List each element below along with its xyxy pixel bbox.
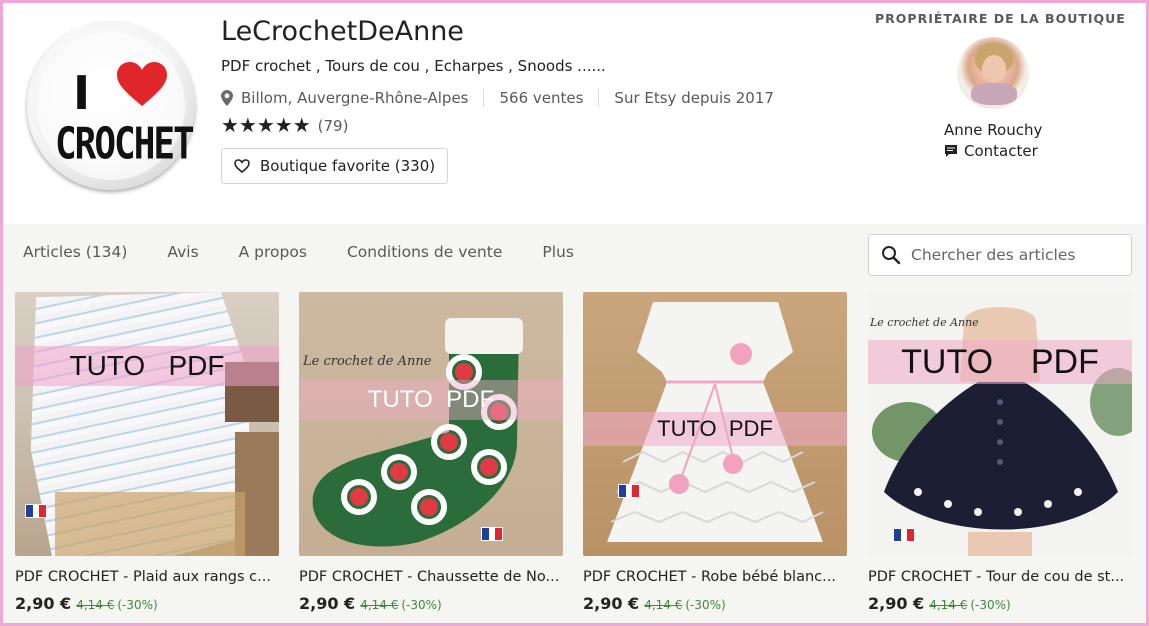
- watermark-text: Le crochet de Anne: [870, 316, 979, 329]
- shop-rating[interactable]: ★★★★★ (79): [221, 113, 348, 138]
- original-price: 4,14 €: [929, 598, 968, 612]
- logo-letter: I: [73, 66, 91, 120]
- original-price: 4,14 €: [360, 598, 399, 612]
- tab-avis[interactable]: Avis: [167, 243, 198, 261]
- shop-tabs: Articles (134) Avis A propos Conditions …: [23, 243, 614, 261]
- shop-name: LeCrochetDeAnne: [221, 16, 464, 47]
- listing-photo[interactable]: Le crochet de Anne TUTO PDF: [299, 292, 563, 556]
- meta-divider: [483, 89, 485, 107]
- tuto-pdf-banner: TUTO PDF: [299, 380, 563, 420]
- listing-title[interactable]: PDF CROCHET - Plaid aux rangs c...: [15, 569, 279, 585]
- heart-icon: [117, 62, 167, 106]
- message-icon: [945, 145, 957, 157]
- listing-title[interactable]: PDF CROCHET - Tour de cou de st...: [868, 569, 1132, 585]
- contact-label: Contacter: [964, 142, 1038, 160]
- listing-card[interactable]: TUTO PDF PDF CROCHET - Robe bébé blanc..…: [583, 292, 847, 613]
- contact-owner-link[interactable]: Contacter: [944, 142, 1038, 160]
- banner-text: TUTO PDF: [901, 342, 1099, 381]
- listing-price: 2,90 € 4,14 € (-30%): [299, 594, 563, 613]
- search-input[interactable]: Chercher des articles: [868, 234, 1132, 276]
- tab-a-propos[interactable]: A propos: [239, 243, 307, 261]
- tab-conditions[interactable]: Conditions de vente: [347, 243, 502, 261]
- sale-price: 2,90 €: [15, 594, 72, 613]
- search-icon: [882, 246, 901, 265]
- listing-title[interactable]: PDF CROCHET - Robe bébé blanc...: [583, 569, 847, 585]
- stocking-image: [312, 318, 523, 547]
- banner-text: TUTO PDF: [69, 350, 225, 381]
- search-placeholder: Chercher des articles: [911, 246, 1076, 264]
- original-price: 4,14 €: [76, 598, 115, 612]
- banner-text: TUTO PDF: [367, 386, 495, 413]
- shop-tagline: PDF crochet , Tours de cou , Echarpes , …: [221, 57, 606, 75]
- logo-word: CROCHET: [55, 119, 195, 170]
- france-flag-icon: [481, 527, 503, 541]
- favorite-shop-button[interactable]: Boutique favorite (330): [221, 148, 448, 184]
- sale-price: 2,90 €: [583, 594, 640, 613]
- listing-title[interactable]: PDF CROCHET - Chaussette de No...: [299, 569, 563, 585]
- shop-location: Billom, Auvergne-Rhône-Alpes: [241, 89, 469, 107]
- tab-plus[interactable]: Plus: [542, 243, 574, 261]
- shop-header: I CROCHET LeCrochetDeAnne PDF crochet , …: [3, 3, 1146, 224]
- discount-badge: (-30%): [685, 598, 726, 612]
- discount-badge: (-30%): [117, 598, 158, 612]
- favorite-label: Boutique favorite (330): [260, 157, 436, 175]
- logo-face: I CROCHET: [37, 32, 195, 180]
- listing-photo[interactable]: Le crochet de Anne TUTO PDF: [868, 292, 1132, 556]
- star-rating-icon: ★★★★★: [221, 115, 311, 137]
- shop-logo[interactable]: I CROCHET: [27, 22, 195, 190]
- location-pin-icon: [221, 90, 233, 106]
- tuto-pdf-banner: TUTO PDF: [868, 340, 1132, 384]
- listing-photo[interactable]: TUTO PDF: [15, 292, 279, 556]
- shop-sales[interactable]: 566 ventes: [499, 89, 583, 107]
- shop-content: Articles (134) Avis A propos Conditions …: [3, 224, 1146, 623]
- meta-divider: [598, 89, 600, 107]
- discount-badge: (-30%): [401, 598, 442, 612]
- owner-name[interactable]: Anne Rouchy: [944, 121, 1042, 139]
- tuto-pdf-banner: TUTO PDF: [583, 412, 847, 446]
- heart-outline-icon: [234, 159, 250, 173]
- shop-meta: Billom, Auvergne-Rhône-Alpes 566 ventes …: [221, 89, 774, 107]
- sale-price: 2,90 €: [868, 594, 925, 613]
- original-price: 4,14 €: [644, 598, 683, 612]
- listing-card[interactable]: Le crochet de Anne TUTO PDF PDF CROCHET …: [868, 292, 1132, 613]
- listing-price: 2,90 € 4,14 € (-30%): [583, 594, 847, 613]
- collar-image: [872, 307, 1132, 556]
- listing-photo[interactable]: TUTO PDF: [583, 292, 847, 556]
- banner-text: TUTO PDF: [657, 416, 773, 441]
- watermark-text: Le crochet de Anne: [303, 354, 432, 369]
- france-flag-icon: [25, 504, 47, 518]
- france-flag-icon: [893, 528, 915, 542]
- listing-price: 2,90 € 4,14 € (-30%): [868, 594, 1132, 613]
- france-flag-icon: [618, 484, 640, 498]
- tab-articles[interactable]: Articles (134): [23, 243, 127, 261]
- discount-badge: (-30%): [970, 598, 1011, 612]
- sale-price: 2,90 €: [299, 594, 356, 613]
- listing-card[interactable]: TUTO PDF PDF CROCHET - Plaid aux rangs c…: [15, 292, 279, 613]
- tuto-pdf-banner: TUTO PDF: [15, 346, 279, 386]
- owner-heading: PROPRIÉTAIRE DE LA BOUTIQUE: [875, 11, 1126, 26]
- listing-price: 2,90 € 4,14 € (-30%): [15, 594, 279, 613]
- review-count: (79): [317, 116, 349, 135]
- listing-card[interactable]: Le crochet de Anne TUTO PDF PDF CROCHET …: [299, 292, 563, 613]
- owner-avatar[interactable]: [957, 37, 1029, 109]
- shop-since: Sur Etsy depuis 2017: [614, 89, 774, 107]
